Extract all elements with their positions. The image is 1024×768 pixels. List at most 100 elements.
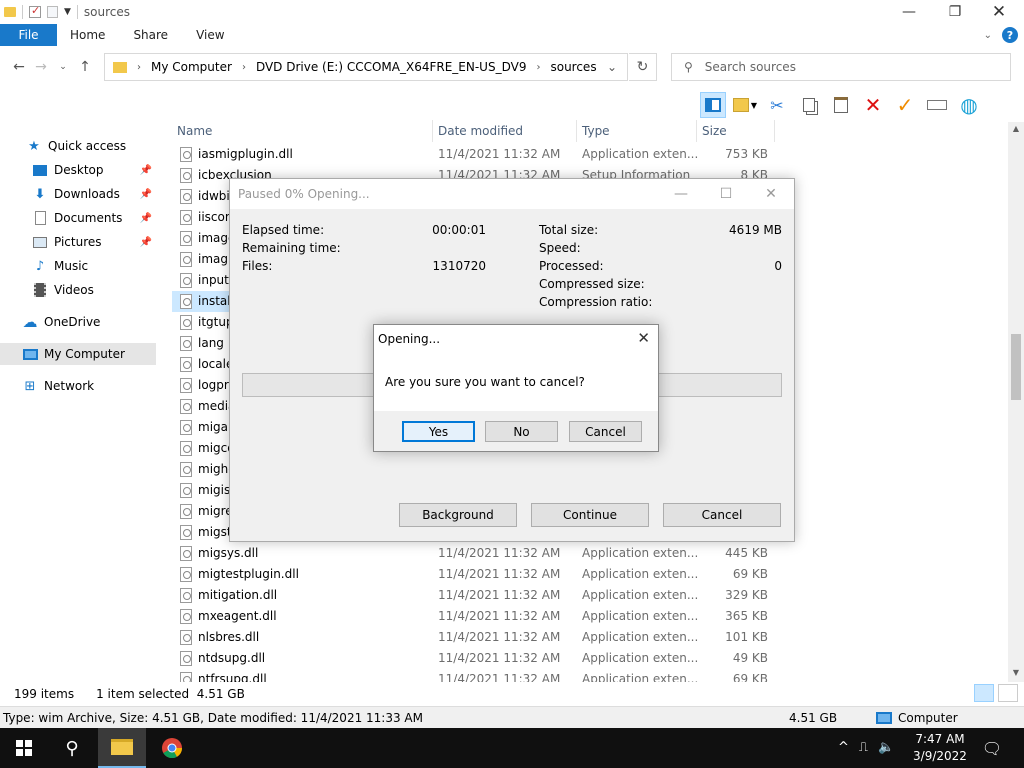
chevron-right-icon[interactable]: › [242,62,246,73]
nav-item-desktop[interactable]: Desktop 📌 [0,159,156,181]
column-divider[interactable] [432,120,433,142]
minimize-button[interactable]: — [666,183,696,205]
file-row[interactable]: migsys.dll 11/4/2021 11:32 AM Application … [172,543,792,564]
delete-icon[interactable]: ✕ [860,92,886,118]
nav-item-pictures[interactable]: Pictures 📌 [0,231,156,253]
nav-item-onedrive[interactable]: ☁ OneDrive [0,311,156,333]
scrollbar-thumb[interactable] [1011,334,1021,400]
file-row[interactable]: nlsbres.dll 11/4/2021 11:32 AM Application… [172,627,792,648]
file-row[interactable]: mxeagent.dll 11/4/2021 11:32 AM Applicatio… [172,606,792,627]
column-type[interactable]: Type [582,124,610,138]
clock[interactable]: 7:47 AM 3/9/2022 [912,731,968,765]
notifications-icon[interactable]: 🗨 [968,728,1016,768]
column-name[interactable]: Name [177,124,212,138]
forward-arrow-icon[interactable]: → [30,59,52,75]
tab-share[interactable]: Share [119,28,182,42]
customize-dropdown-icon[interactable]: ▼ [64,7,71,17]
address-dropdown-icon[interactable]: ⌄ [607,60,617,74]
pin-icon[interactable]: 📌 [140,189,152,200]
pin-icon[interactable]: 📌 [140,165,152,176]
copy-icon[interactable] [796,92,822,118]
column-divider[interactable] [576,120,577,142]
tab-file[interactable]: File [0,24,57,46]
search-icon[interactable]: ⚲ [48,728,96,768]
checkmark-icon[interactable]: ✓ [892,92,918,118]
pin-icon[interactable]: 📌 [140,237,152,248]
network-status-icon[interactable]: ⎍ [859,740,868,755]
file-date: 11/4/2021 11:32 AM [438,609,561,623]
continue-button[interactable]: Continue [531,503,649,527]
search-input[interactable]: Search sources [705,60,796,74]
column-size[interactable]: Size [702,124,727,138]
back-arrow-icon[interactable]: ← [8,59,30,75]
chrome-taskbar-icon[interactable] [148,728,196,768]
breadcrumb-dvd-drive[interactable]: DVD Drive (E:) CCCOMA_X64FRE_EN-US_DV9 [256,60,527,74]
folder-icon [4,7,16,17]
rename-icon[interactable] [924,92,950,118]
nav-item-downloads[interactable]: ⬇ Downloads 📌 [0,183,156,205]
preview-pane-icon[interactable] [700,92,726,118]
file-row[interactable]: iasmigplugin.dll 11/4/2021 11:32 AM Applic… [172,144,792,165]
details-view-icon[interactable] [974,684,994,702]
file-row[interactable]: migtestplugin.dll 11/4/2021 11:32 AM Appli… [172,564,792,585]
up-arrow-icon[interactable]: ↑ [74,59,96,75]
processed-label: Processed: [539,259,604,273]
show-hidden-icons-icon[interactable]: ^ [838,740,849,755]
star-icon: ★ [28,138,40,154]
view-options-icon[interactable]: ▼ [732,92,758,118]
help-icon[interactable]: ? [1002,27,1018,43]
background-button[interactable]: Background [399,503,517,527]
yes-button[interactable]: Yes [402,421,475,442]
file-row[interactable]: ntfrsupg.dll 11/4/2021 11:32 AM Applicatio… [172,669,792,682]
file-icon [180,231,192,246]
large-icons-view-icon[interactable] [998,684,1018,702]
nav-item-videos[interactable]: Videos [0,279,156,301]
new-folder-icon[interactable] [47,6,58,18]
pin-icon[interactable]: 📌 [140,213,152,224]
maximize-button[interactable]: ❐ [932,0,978,24]
maximize-button[interactable]: ☐ [711,183,741,205]
address-bar[interactable]: › My Computer › DVD Drive (E:) CCCOMA_X6… [104,53,628,81]
close-button[interactable]: ✕ [976,0,1022,24]
column-divider[interactable] [696,120,697,142]
navigation-pane: ★ Quick access Desktop 📌 ⬇ Downloads 📌 Docum… [0,124,158,680]
column-headers: Name ^ Date modified Type Size [172,120,1008,142]
globe-icon[interactable]: ◍ [956,92,982,118]
scroll-down-icon[interactable]: ▼ [1008,668,1024,677]
pictures-icon [32,235,48,249]
expand-ribbon-icon[interactable]: ⌄ [984,30,992,41]
file-row[interactable]: mitigation.dll 11/4/2021 11:32 AM Applicat… [172,585,792,606]
nav-item-documents[interactable]: Documents 📌 [0,207,156,229]
start-button[interactable] [0,728,48,768]
nav-item-network[interactable]: ⊞ Network [0,375,156,397]
breadcrumb-my-computer[interactable]: My Computer [151,60,232,74]
column-divider[interactable] [774,120,775,142]
progress-dialog-title: Paused 0% Opening... [238,187,370,201]
minimize-button[interactable]: — [886,0,932,24]
properties-icon[interactable] [29,4,41,18]
file-explorer-taskbar-icon[interactable] [98,728,146,768]
refresh-icon[interactable]: ↻ [629,53,657,81]
nav-item-my-computer[interactable]: My Computer [0,343,156,365]
search-box[interactable]: ⚲ Search sources [671,53,1011,81]
close-button[interactable]: ✕ [756,183,786,205]
column-date[interactable]: Date modified [438,124,523,138]
chevron-right-icon[interactable]: › [536,62,540,73]
no-button[interactable]: No [485,421,558,442]
close-icon[interactable]: ✕ [637,329,650,347]
volume-icon[interactable]: 🔈 [878,740,894,755]
scroll-up-icon[interactable]: ▲ [1008,124,1024,133]
nav-item-music[interactable]: ♪ Music [0,255,156,277]
dialog-cancel-button[interactable]: Cancel [569,421,642,442]
paste-icon[interactable] [828,92,854,118]
cancel-button[interactable]: Cancel [663,503,781,527]
tab-view[interactable]: View [182,28,238,42]
file-row[interactable]: ntdsupg.dll 11/4/2021 11:32 AM Application… [172,648,792,669]
tab-home[interactable]: Home [57,28,119,42]
recent-locations-icon[interactable]: ⌄ [52,62,74,72]
breadcrumb-sources[interactable]: sources [550,60,596,74]
chevron-right-icon[interactable]: › [137,62,141,73]
vertical-scrollbar[interactable]: ▲ ▼ [1008,122,1024,682]
cut-icon[interactable]: ✂ [764,92,790,118]
nav-item-quick-access[interactable]: ★ Quick access [0,135,156,157]
